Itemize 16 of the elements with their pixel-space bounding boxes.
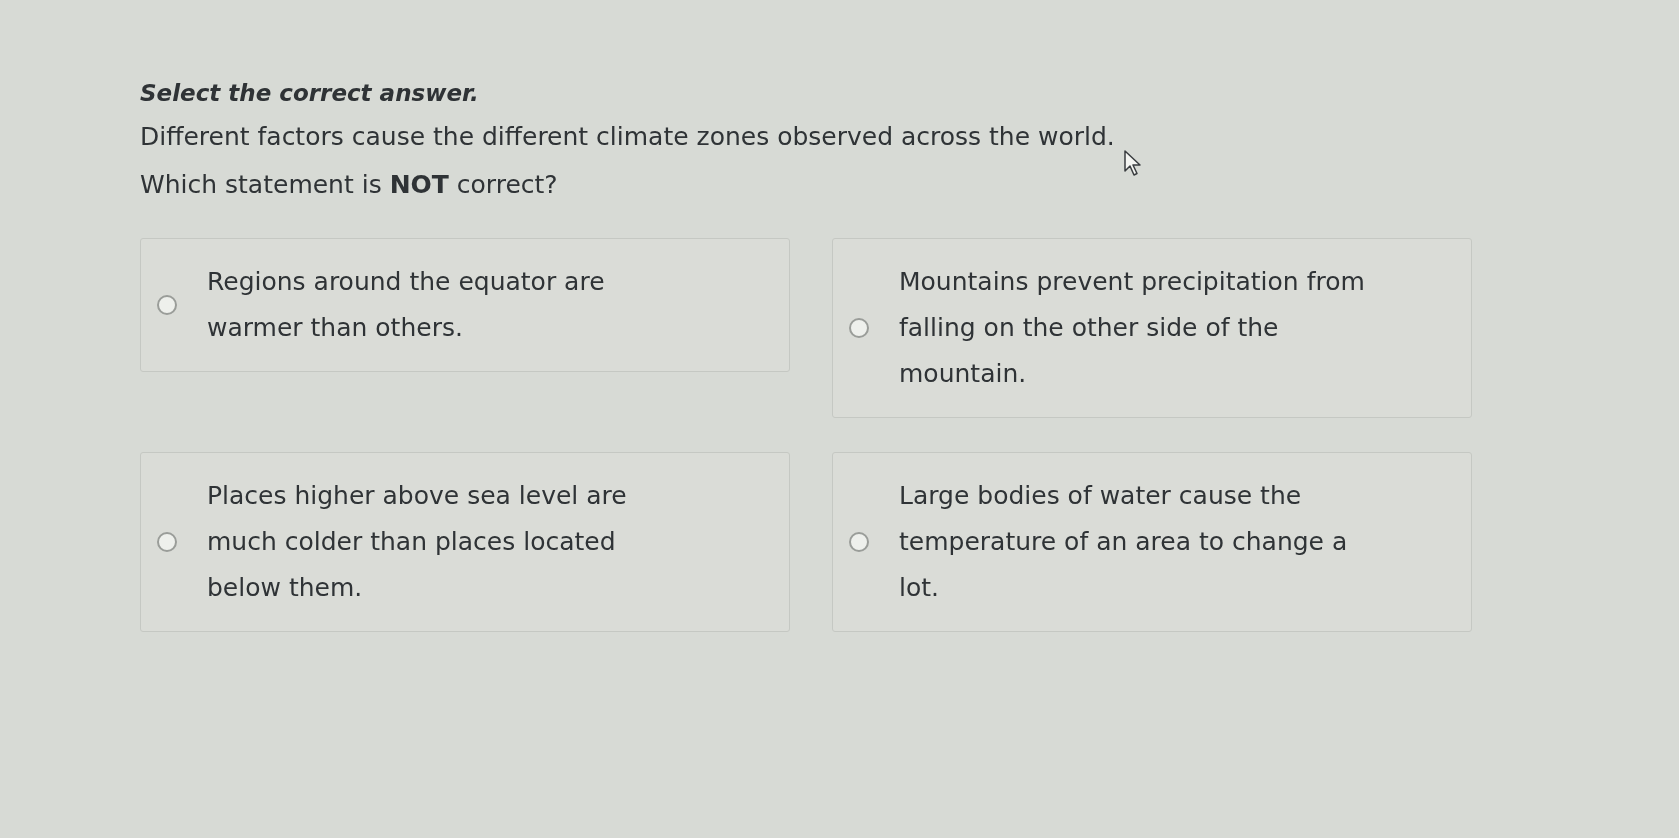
instruction-heading: Select the correct answer.	[140, 79, 479, 108]
radio-button[interactable]	[849, 532, 869, 552]
question-text: Different factors cause the different climate zones observed across the world.	[140, 121, 1115, 153]
radio-button[interactable]	[157, 532, 177, 552]
option-text: Places higher above sea level are much colder than places located below them.	[207, 480, 628, 604]
option-text: Mountains prevent precipitation from falling on the other side of the mountain.	[899, 266, 1366, 390]
answer-option[interactable]: Mountains prevent precipitation from falling on the other side of the mountain.	[832, 238, 1472, 418]
option-text: Regions around the equator are warmer than others.	[207, 266, 606, 344]
answer-option[interactable]: Regions around the equator are warmer than others.	[140, 238, 790, 372]
question-text: Which statement is NOT correct?	[140, 169, 558, 201]
radio-button[interactable]	[849, 318, 869, 338]
radio-button[interactable]	[157, 295, 177, 315]
answer-option[interactable]: Large bodies of water cause the temperature of an area to change a lot.	[832, 452, 1472, 632]
mouse-pointer-icon	[1124, 150, 1144, 176]
answer-option[interactable]: Places higher above sea level are much colder than places located below them.	[140, 452, 790, 632]
option-text: Large bodies of water cause the temperature of an area to change a lot.	[899, 480, 1349, 604]
